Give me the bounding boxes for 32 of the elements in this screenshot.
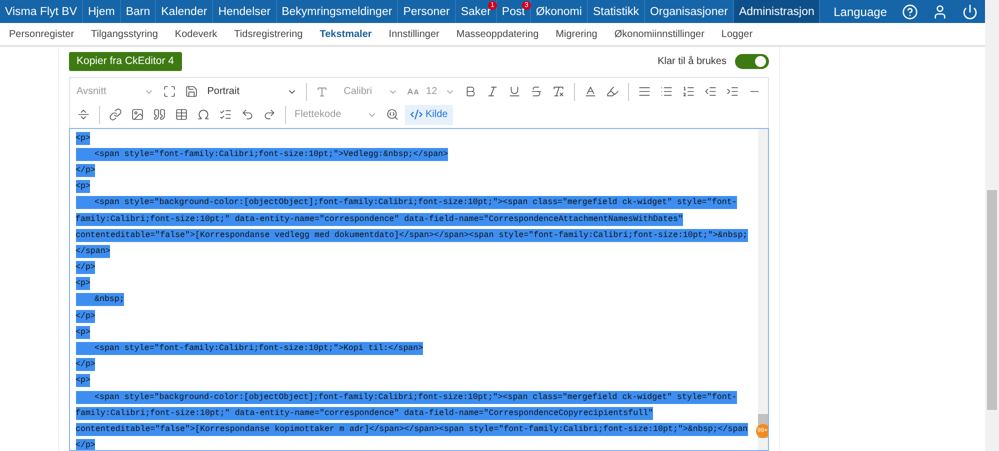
- editor-scrollbar[interactable]: [758, 129, 768, 450]
- nav-item[interactable]: Økonomi: [530, 0, 588, 23]
- nav-item[interactable]: Statistikk: [588, 0, 645, 23]
- font-size-icon: [406, 86, 419, 98]
- sub-nav-tab[interactable]: Migrering: [556, 28, 598, 40]
- orientation-dropdown[interactable]: Portrait: [204, 86, 300, 97]
- nav-item[interactable]: Bekymringsmeldinger: [276, 0, 398, 23]
- page-scrollbar[interactable]: [985, 0, 999, 451]
- sub-nav-tab[interactable]: Tidsregistrering: [234, 28, 303, 40]
- nav-item[interactable]: Administrasjon: [734, 0, 820, 23]
- nav-item[interactable]: Kalender: [156, 0, 214, 23]
- sub-nav-tab[interactable]: Personregister: [9, 28, 74, 40]
- nav-item[interactable]: Hjem: [83, 0, 121, 23]
- sub-nav-tab[interactable]: Masseoppdatering: [456, 28, 539, 40]
- sub-nav-tab[interactable]: Tekstmaler: [320, 28, 372, 40]
- nav-item[interactable]: Barn: [120, 0, 156, 23]
- nav-item[interactable]: Personer: [398, 0, 456, 23]
- sub-nav-tab[interactable]: Tilgangsstyring: [91, 28, 158, 40]
- toggle-label: Klar til å brukes: [658, 56, 726, 66]
- font-icon: [316, 86, 328, 98]
- nav-item[interactable]: Hendelser: [213, 0, 277, 23]
- source-button[interactable]: Kilde: [404, 104, 453, 124]
- copy-button[interactable]: Kopier fra CkEditor 4: [68, 52, 182, 70]
- nav-item[interactable]: Visma Flyt BV: [0, 0, 83, 23]
- source-editor[interactable]: [68, 128, 768, 451]
- sub-nav-tab[interactable]: Kodeverk: [174, 28, 218, 40]
- sub-nav-tab[interactable]: Logger: [721, 28, 753, 40]
- sub-nav-tab[interactable]: Økonomiinnstillinger: [614, 28, 704, 40]
- sub-nav-tab[interactable]: Innstillinger: [388, 28, 440, 40]
- language-link[interactable]: Language: [826, 0, 895, 23]
- code-icon: [410, 108, 422, 121]
- ready-toggle[interactable]: [734, 54, 768, 68]
